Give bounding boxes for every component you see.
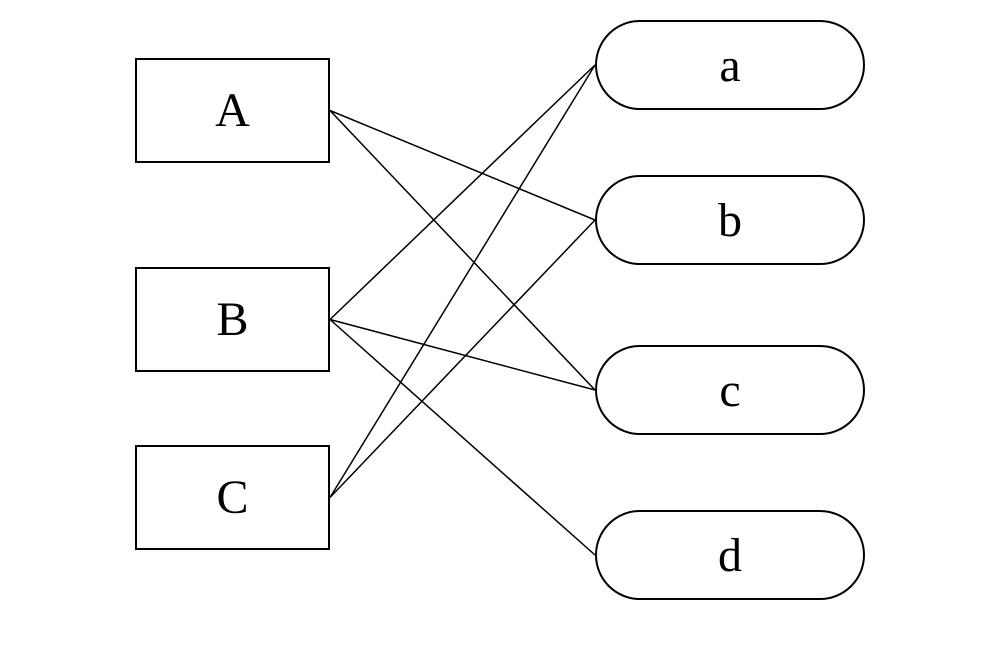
node-label: b — [718, 193, 742, 248]
rounded-node-a: a — [595, 20, 865, 110]
node-label: C — [216, 470, 248, 525]
edge-A-b — [330, 111, 595, 221]
node-label: d — [718, 528, 742, 583]
rect-node-B: B — [135, 267, 330, 372]
rect-node-A: A — [135, 58, 330, 163]
edge-B-c — [330, 320, 595, 391]
rounded-node-d: d — [595, 510, 865, 600]
rounded-node-c: c — [595, 345, 865, 435]
edge-B-d — [330, 320, 595, 556]
node-label: A — [215, 83, 250, 138]
rounded-node-b: b — [595, 175, 865, 265]
rect-node-C: C — [135, 445, 330, 550]
edge-A-c — [330, 111, 595, 391]
node-label: B — [216, 292, 248, 347]
edge-B-a — [330, 65, 595, 320]
edge-C-b — [330, 220, 595, 498]
edge-C-a — [330, 65, 595, 498]
node-label: a — [719, 38, 740, 93]
bipartite-diagram: A B Ca b c d — [0, 0, 1000, 665]
node-label: c — [719, 363, 740, 418]
